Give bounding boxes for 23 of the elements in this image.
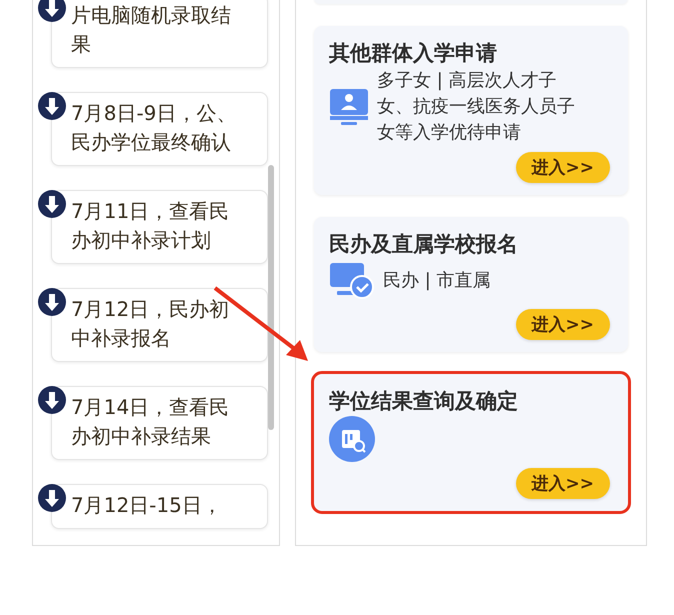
monitor-check-icon xyxy=(329,261,375,301)
timeline-text: 办初中补录计划 xyxy=(71,227,212,254)
service-title: 学位结果查询及确定 xyxy=(329,388,519,415)
timeline-text: 果 xyxy=(71,31,92,58)
service-description: 多子女 | 高层次人才子 xyxy=(377,69,558,93)
timeline-text: 7月8日-9日，公、 xyxy=(71,100,238,127)
service-description: 女等入学优待申请 xyxy=(377,121,522,145)
search-document-icon xyxy=(329,416,375,462)
service-description: 民办 | 市直属 xyxy=(383,269,491,293)
timeline-text: 7月14日，查看民 xyxy=(71,394,230,421)
timeline-text: 民办学位最终确认 xyxy=(71,129,232,156)
service-title: 民办及直属学校报名 xyxy=(329,231,519,258)
timeline-text: 办初中补录结果 xyxy=(71,423,212,450)
service-title: 其他群体入学申请 xyxy=(329,40,498,67)
timeline-text: 7月12日，民办初 xyxy=(71,296,230,323)
enter-button[interactable]: 进入>> xyxy=(516,468,610,499)
enter-button[interactable]: 进入>> xyxy=(516,309,610,340)
timeline-text: 片电脑随机录取结 xyxy=(71,2,232,29)
timeline-text: 7月11日，查看民 xyxy=(71,198,230,225)
timeline-text: 7月12日-15日， xyxy=(71,492,223,519)
timeline-text: 中补录报名 xyxy=(71,325,172,352)
enter-button[interactable]: 进入>> xyxy=(516,152,610,183)
service-description: 女、抗疫一线医务人员子 xyxy=(377,95,575,119)
